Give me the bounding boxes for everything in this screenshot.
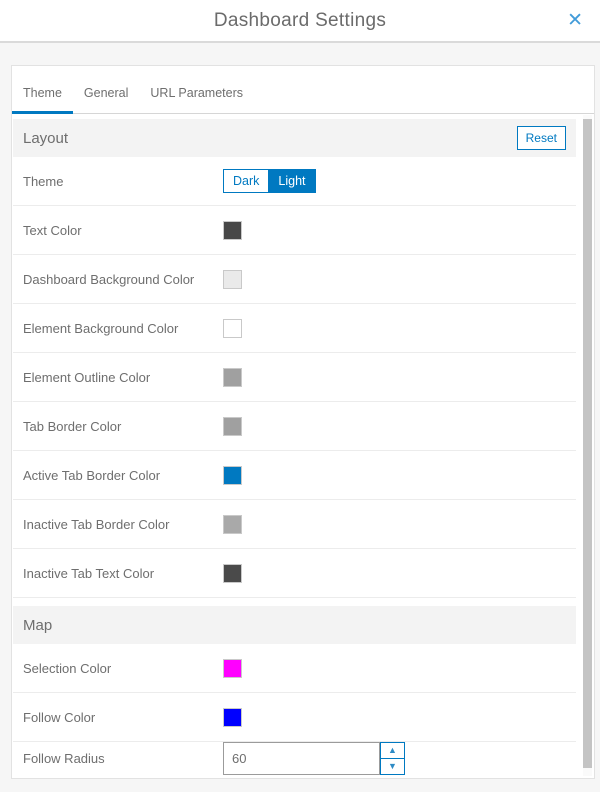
row-label: Tab Border Color	[23, 419, 223, 434]
follow-radius-spinner: ▲ ▼	[380, 742, 405, 775]
theme-toggle-light-button[interactable]: Light	[269, 169, 315, 193]
tab-url-parameters[interactable]: URL Parameters	[139, 86, 254, 113]
row-label: Selection Color	[23, 661, 223, 676]
follow-color-row: Follow Color	[13, 693, 576, 742]
text-color-swatch[interactable]	[223, 221, 242, 240]
selection-color-swatch[interactable]	[223, 659, 242, 678]
dashboard-background-color-swatch[interactable]	[223, 270, 242, 289]
element-background-color-row: Element Background Color	[13, 304, 576, 353]
scrollbar-track[interactable]	[583, 115, 592, 776]
inactive-tab-border-color-row: Inactive Tab Border Color	[13, 500, 576, 549]
follow-color-swatch[interactable]	[223, 708, 242, 727]
element-background-color-swatch[interactable]	[223, 319, 242, 338]
active-tab-border-color-row: Active Tab Border Color	[13, 451, 576, 500]
dialog-header: Dashboard Settings ✕	[0, 0, 600, 43]
settings-panel: Theme General URL Parameters Layout Rese…	[11, 65, 595, 779]
theme-row: Theme Dark Light	[13, 157, 576, 206]
section-header-map: Map	[13, 606, 576, 644]
spinner-down-icon[interactable]: ▼	[381, 759, 404, 774]
row-label: Inactive Tab Text Color	[23, 566, 223, 581]
element-outline-color-row: Element Outline Color	[13, 353, 576, 402]
row-label: Inactive Tab Border Color	[23, 517, 223, 532]
row-label: Element Background Color	[23, 321, 223, 336]
spinner-up-icon[interactable]: ▲	[381, 743, 404, 759]
row-label: Element Outline Color	[23, 370, 223, 385]
element-outline-color-swatch[interactable]	[223, 368, 242, 387]
follow-radius-row: Follow Radius ▲ ▼	[13, 742, 576, 779]
tab-theme[interactable]: Theme	[12, 86, 73, 113]
active-tab-border-color-swatch[interactable]	[223, 466, 242, 485]
tab-general[interactable]: General	[73, 86, 139, 113]
section-header-layout: Layout Reset	[13, 119, 576, 157]
inactive-tab-border-color-swatch[interactable]	[223, 515, 242, 534]
tab-bar: Theme General URL Parameters	[12, 66, 594, 114]
inactive-tab-text-color-swatch[interactable]	[223, 564, 242, 583]
dashboard-background-color-row: Dashboard Background Color	[13, 255, 576, 304]
theme-row-label: Theme	[23, 174, 223, 189]
close-icon[interactable]: ✕	[565, 9, 585, 32]
follow-radius-input[interactable]	[223, 742, 380, 775]
reset-button[interactable]: Reset	[517, 126, 566, 150]
theme-toggle: Dark Light	[223, 169, 316, 193]
theme-toggle-dark-button[interactable]: Dark	[223, 169, 269, 193]
tab-border-color-row: Tab Border Color	[13, 402, 576, 451]
text-color-row: Text Color	[13, 206, 576, 255]
row-label: Dashboard Background Color	[23, 272, 223, 287]
selection-color-row: Selection Color	[13, 644, 576, 693]
section-title-map: Map	[23, 617, 52, 634]
row-label: Text Color	[23, 223, 223, 238]
inactive-tab-text-color-row: Inactive Tab Text Color	[13, 549, 576, 598]
dialog-title: Dashboard Settings	[214, 10, 386, 32]
section-title-layout: Layout	[23, 130, 68, 147]
follow-radius-stepper: ▲ ▼	[223, 742, 405, 775]
scrollbar-thumb[interactable]	[583, 119, 592, 768]
tab-border-color-swatch[interactable]	[223, 417, 242, 436]
row-label: Follow Radius	[23, 751, 223, 766]
row-label: Active Tab Border Color	[23, 468, 223, 483]
row-label: Follow Color	[23, 710, 223, 725]
